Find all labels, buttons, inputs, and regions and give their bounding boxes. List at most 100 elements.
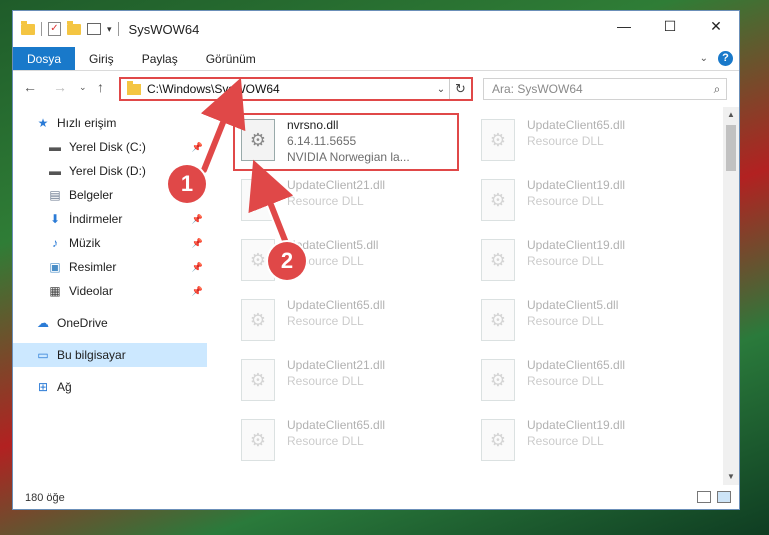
scroll-down-icon[interactable]: ▼ [723, 469, 739, 485]
address-path[interactable]: C:\Windows\SysWOW64 [147, 82, 433, 96]
file-type: Resource DLL [287, 314, 364, 328]
tab-file[interactable]: Dosya [13, 47, 76, 70]
file-name: UpdateClient65.dll [527, 118, 626, 132]
file-text: UpdateClient19.dll Resource DLL [527, 417, 625, 449]
large-icons-view-icon[interactable] [717, 491, 731, 503]
properties-check-icon[interactable]: ✓ [48, 22, 61, 36]
close-button[interactable]: ✕ [693, 11, 739, 41]
sidebar-item-this-pc[interactable]: ▭ Bu bilgisayar [13, 343, 207, 367]
sidebar-item-music[interactable]: ♪ Müzik 📌 [13, 231, 207, 255]
dll-file-icon: ⚙ [241, 419, 275, 461]
file-item[interactable]: ⚙ UpdateClient21.dll Resource DLL [233, 173, 459, 231]
recent-chevron-icon[interactable]: ⌄ [79, 82, 87, 93]
file-item[interactable]: ⚙ UpdateClient65.dll Resource DLL [473, 353, 699, 411]
tab-view[interactable]: Görünüm [192, 47, 270, 70]
back-arrow-icon[interactable]: ← [23, 79, 37, 95]
documents-icon: ▤ [49, 188, 61, 202]
tab-share[interactable]: Paylaş [128, 47, 192, 70]
file-item[interactable]: ⚙ UpdateClient65.dll Resource DLL [233, 293, 459, 351]
sidebar-item-label: Yerel Disk (C:) [69, 140, 146, 154]
explorer-window: ✓ ▾ SysWOW64 — ☐ ✕ Dosya Giriş Paylaş Gö… [12, 10, 740, 510]
window-title: SysWOW64 [128, 21, 200, 37]
sidebar-item-disk-c[interactable]: ▬ Yerel Disk (C:) 📌 [13, 135, 207, 159]
vertical-scrollbar[interactable]: ▲ ▼ [723, 107, 739, 485]
properties-icon[interactable] [87, 23, 101, 35]
sidebar-item-pictures[interactable]: ▣ Resimler 📌 [13, 255, 207, 279]
sidebar-item-network[interactable]: ⊞ Ağ [13, 375, 207, 399]
sidebar-item-quick-access[interactable]: ★ Hızlı erişim [13, 111, 207, 135]
details-view-icon[interactable] [697, 491, 711, 503]
highlight-box [233, 113, 459, 171]
file-name: UpdateClient65.dll [287, 418, 386, 432]
forward-arrow-icon[interactable]: → [53, 79, 67, 95]
scroll-thumb[interactable] [726, 125, 736, 171]
file-item[interactable]: ⚙ UpdateClient19.dll Resource DLL [473, 173, 699, 231]
maximize-button[interactable]: ☐ [647, 11, 693, 41]
window-controls: — ☐ ✕ [601, 11, 739, 41]
divider [117, 22, 119, 36]
file-text: UpdateClient21.dll Resource DLL [287, 177, 385, 209]
customize-dropdown-icon[interactable]: ▾ [107, 24, 112, 35]
address-dropdown-icon[interactable]: ⌄ [433, 84, 449, 95]
file-name: UpdateClient21.dll [287, 178, 386, 192]
file-type: Resource DLL [287, 194, 364, 208]
pin-icon: 📌 [191, 285, 203, 296]
search-box[interactable]: ⌕ [483, 78, 727, 100]
help-icon[interactable]: ? [718, 51, 733, 66]
file-item[interactable]: ⚙ UpdateClient5.dll Resource DLL [233, 233, 459, 291]
sidebar-item-label: Belgeler [69, 188, 114, 202]
videos-icon: ▦ [49, 284, 61, 298]
file-text: UpdateClient65.dll Resource DLL [287, 297, 385, 329]
dll-file-icon: ⚙ [241, 359, 275, 401]
file-text: UpdateClient19.dll Resource DLL [527, 237, 625, 269]
search-icon[interactable]: ⌕ [708, 82, 726, 97]
folder-icon [127, 80, 141, 95]
file-item[interactable]: ⚙ UpdateClient5.dll Resource DLL [473, 293, 699, 351]
divider [41, 22, 42, 36]
file-type: Resource DLL [527, 434, 604, 448]
file-item[interactable]: ⚙ UpdateClient19.dll Resource DLL [473, 233, 699, 291]
file-name: UpdateClient19.dll [527, 238, 626, 252]
file-type: Resource DLL [527, 314, 604, 328]
file-type: Resource DLL [527, 194, 604, 208]
file-item[interactable]: ⚙ UpdateClient19.dll Resource DLL [473, 413, 699, 471]
quick-access-toolbar: ✓ ▾ [21, 20, 119, 36]
navigation-bar: ← → ⌄ ↑ C:\Windows\SysWOW64 ⌄ ↻ ⌕ [13, 75, 739, 103]
file-item[interactable]: ⚙ UpdateClient65.dll Resource DLL [233, 413, 459, 471]
file-item[interactable]: ⚙ UpdateClient21.dll Resource DLL [233, 353, 459, 411]
sidebar-item-label: Hızlı erişim [57, 116, 117, 130]
new-folder-icon[interactable] [67, 20, 81, 35]
sidebar-item-downloads[interactable]: ⬇ İndirmeler 📌 [13, 207, 207, 231]
sidebar-item-label: Videolar [69, 284, 113, 298]
sidebar-item-label: Müzik [69, 236, 101, 250]
file-text: UpdateClient19.dll Resource DLL [527, 177, 625, 209]
file-text: UpdateClient65.dll Resource DLL [527, 117, 625, 149]
minimize-button[interactable]: — [601, 11, 647, 41]
ribbon-right: ⌄ ? [700, 51, 733, 66]
dll-file-icon: ⚙ [481, 119, 515, 161]
pin-icon: 📌 [191, 141, 203, 152]
tab-home[interactable]: Giriş [75, 47, 128, 70]
expand-ribbon-chevron-icon[interactable]: ⌄ [700, 53, 708, 64]
file-type: Resource DLL [527, 254, 604, 268]
search-input[interactable] [492, 82, 708, 96]
sidebar-item-onedrive[interactable]: ☁ OneDrive [13, 311, 207, 335]
file-type: Resource DLL [287, 434, 364, 448]
sidebar-item-label: İndirmeler [69, 212, 123, 226]
step-badge-2: 2 [268, 242, 306, 280]
file-item[interactable]: ⚙ UpdateClient65.dll Resource DLL [473, 113, 699, 171]
dll-file-icon: ⚙ [481, 419, 515, 461]
refresh-icon[interactable]: ↻ [449, 79, 471, 99]
scroll-up-icon[interactable]: ▲ [723, 107, 739, 123]
file-name: UpdateClient65.dll [287, 298, 386, 312]
computer-icon: ▭ [37, 348, 49, 362]
address-bar[interactable]: C:\Windows\SysWOW64 ⌄ ↻ [119, 77, 473, 101]
sidebar-item-videos[interactable]: ▦ Videolar 📌 [13, 279, 207, 303]
file-name: UpdateClient19.dll [527, 178, 626, 192]
drive-icon: ▬ [49, 164, 61, 178]
dll-file-icon: ⚙ [481, 299, 515, 341]
star-icon: ★ [37, 116, 49, 130]
file-text: UpdateClient5.dll Resource DLL [527, 297, 618, 329]
up-arrow-icon[interactable]: ↑ [97, 79, 104, 95]
